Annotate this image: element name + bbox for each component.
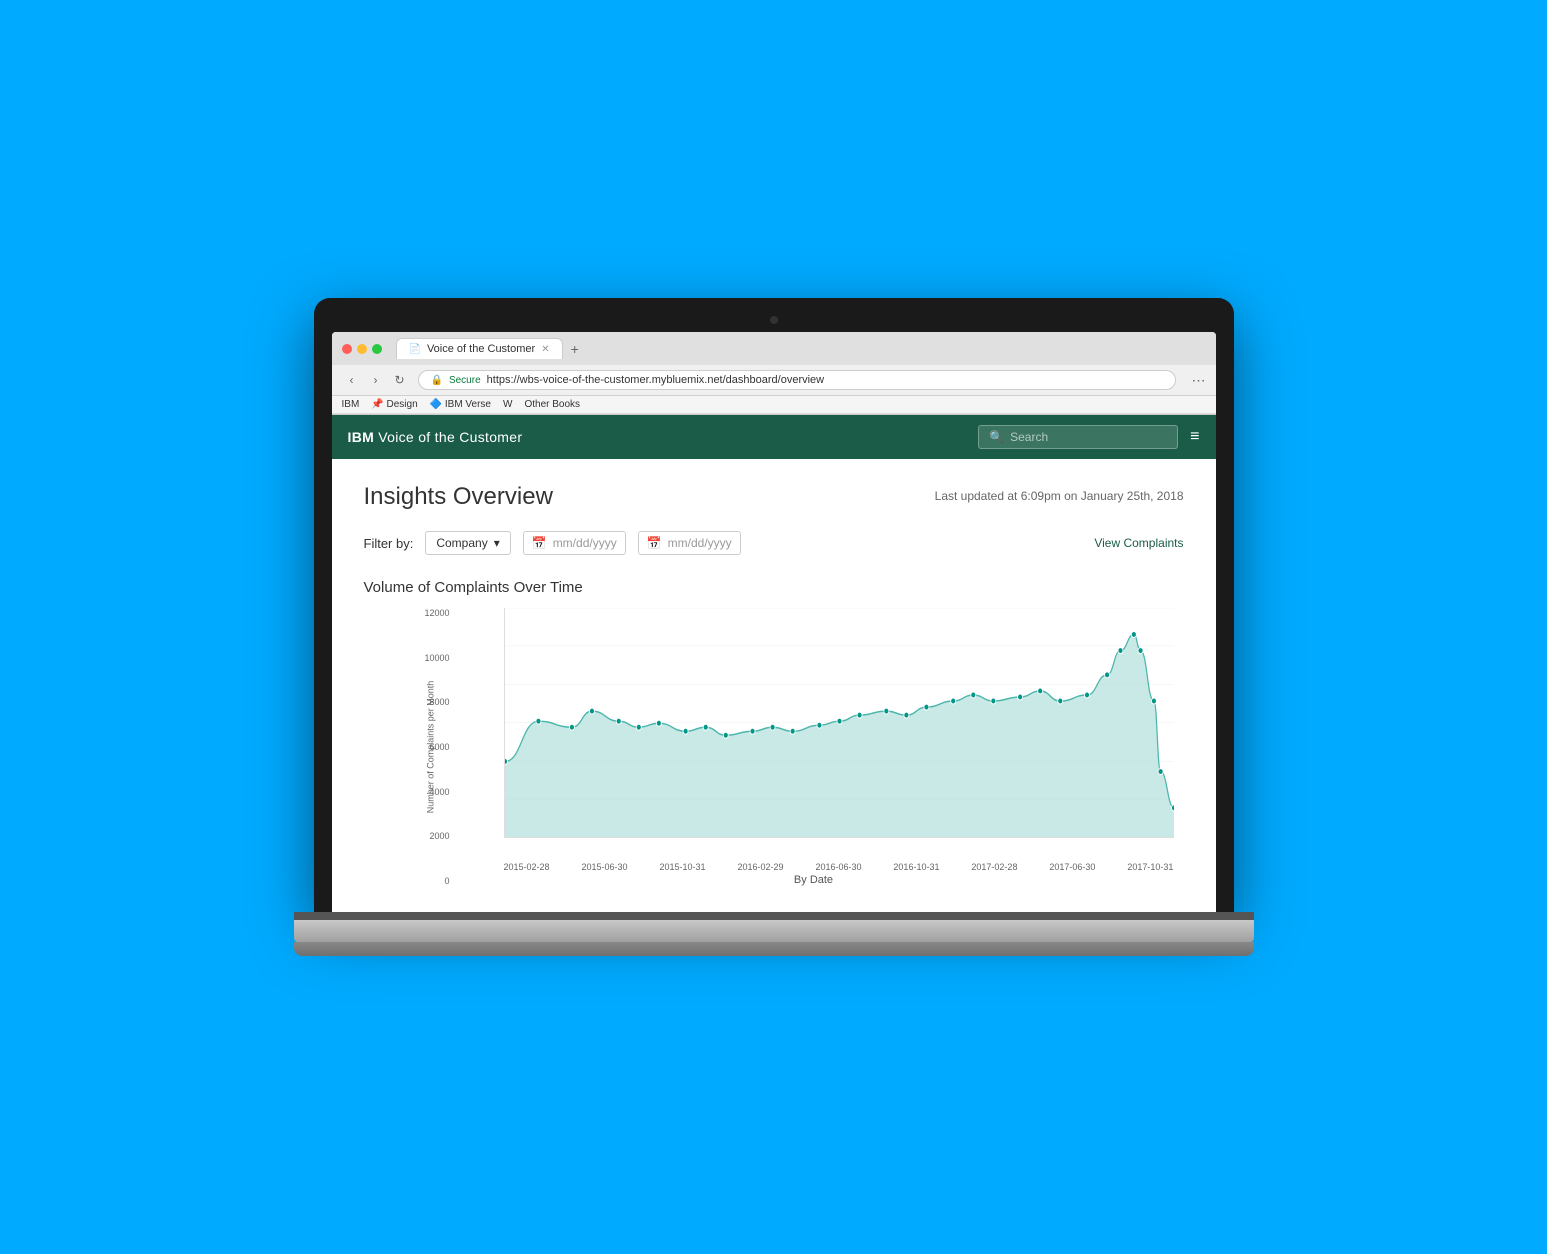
- search-input[interactable]: [1010, 430, 1167, 444]
- laptop-base: [294, 920, 1254, 942]
- bookmarks-bar: IBM 📌 Design 🔷 IBM Verse W Other Books: [332, 396, 1216, 414]
- x-label-8: 2017-06-30: [1049, 862, 1095, 872]
- company-filter-value: Company: [436, 536, 487, 550]
- traffic-lights: [342, 344, 382, 354]
- y-label-2000: 2000: [402, 831, 450, 841]
- close-traffic-light[interactable]: [342, 344, 352, 354]
- chart-svg: [505, 608, 1174, 837]
- address-bar[interactable]: 🔒 Secure https://wbs-voice-of-the-custom…: [418, 370, 1176, 390]
- y-label-4000: 4000: [402, 787, 450, 797]
- bookmark-ibmverse[interactable]: 🔷 IBM Verse: [430, 399, 491, 410]
- y-label-8000: 8000: [402, 697, 450, 707]
- x-label-9: 2017-10-31: [1127, 862, 1173, 872]
- laptop-hinge: [294, 912, 1254, 920]
- bookmark-ibm[interactable]: IBM: [342, 399, 360, 410]
- app-logo: IBM Voice of the Customer: [348, 429, 523, 445]
- search-box[interactable]: 🔍: [978, 425, 1178, 449]
- secure-icon: 🔒: [431, 375, 443, 386]
- tab-bar: 📄 Voice of the Customer ✕ +: [396, 338, 583, 359]
- y-label-12000: 12000: [402, 608, 450, 618]
- address-url: https://wbs-voice-of-the-customer.myblue…: [487, 374, 824, 386]
- date-to-placeholder: mm/dd/yyyy: [668, 536, 732, 550]
- forward-button[interactable]: ›: [366, 370, 386, 390]
- y-axis-labels: 12000 10000 8000 6000 4000 2000 0: [402, 608, 450, 886]
- laptop-camera: [770, 316, 778, 324]
- x-axis-title: By Date: [454, 874, 1174, 886]
- browser-tab[interactable]: 📄 Voice of the Customer ✕: [396, 338, 563, 359]
- y-label-6000: 6000: [402, 742, 450, 752]
- x-label-6: 2016-10-31: [893, 862, 939, 872]
- chart-title: Volume of Complaints Over Time: [364, 579, 1184, 596]
- laptop-shell: 📄 Voice of the Customer ✕ + ‹ › ↻ 🔒: [294, 298, 1254, 956]
- x-axis-labels: 2015-02-28 2015-06-30 2015-10-31 2016-02…: [504, 858, 1174, 872]
- laptop-screen: 📄 Voice of the Customer ✕ + ‹ › ↻ 🔒: [332, 332, 1216, 912]
- calendar-icon-from: 📅: [532, 536, 547, 550]
- calendar-icon-to: 📅: [647, 536, 662, 550]
- x-label-5: 2016-06-30: [815, 862, 861, 872]
- filter-bar: Filter by: Company ▾ 📅 mm/dd/yyyy 📅 mm/d…: [364, 531, 1184, 555]
- refresh-button[interactable]: ↻: [390, 370, 410, 390]
- laptop-foot: [294, 942, 1254, 956]
- new-tab-button[interactable]: +: [567, 341, 583, 357]
- nav-buttons: ‹ › ↻: [342, 370, 410, 390]
- date-to-input[interactable]: 📅 mm/dd/yyyy: [638, 531, 741, 555]
- browser-titlebar: 📄 Voice of the Customer ✕ +: [332, 332, 1216, 365]
- filter-label: Filter by:: [364, 536, 414, 551]
- y-label-0: 0: [402, 876, 450, 886]
- bookmark-design[interactable]: 📌 Design: [371, 399, 417, 410]
- chart-area: [504, 608, 1174, 838]
- x-label-2: 2015-06-30: [581, 862, 627, 872]
- bookmark-w[interactable]: W: [503, 399, 512, 410]
- page-header: Insights Overview Last updated at 6:09pm…: [364, 483, 1184, 511]
- bookmark-other[interactable]: Other Books: [524, 399, 580, 410]
- app-name: Voice of the Customer: [378, 429, 522, 445]
- date-from-placeholder: mm/dd/yyyy: [553, 536, 617, 550]
- last-updated-text: Last updated at 6:09pm on January 25th, …: [935, 489, 1184, 503]
- company-filter-dropdown[interactable]: Company ▾: [425, 531, 510, 555]
- chart-section: Volume of Complaints Over Time Number of…: [364, 579, 1184, 886]
- date-from-input[interactable]: 📅 mm/dd/yyyy: [523, 531, 626, 555]
- main-content: Insights Overview Last updated at 6:09pm…: [332, 459, 1216, 912]
- x-label-1: 2015-02-28: [504, 862, 550, 872]
- view-complaints-link[interactable]: View Complaints: [1094, 536, 1183, 550]
- browser-chrome: 📄 Voice of the Customer ✕ + ‹ › ↻ 🔒: [332, 332, 1216, 415]
- minimize-traffic-light[interactable]: [357, 344, 367, 354]
- dropdown-chevron-icon: ▾: [494, 536, 500, 550]
- tab-page-icon: 📄: [409, 344, 421, 355]
- fullscreen-traffic-light[interactable]: [372, 344, 382, 354]
- page-title: Insights Overview: [364, 483, 553, 511]
- secure-label: Secure: [449, 375, 481, 386]
- browser-controls: ⋯: [1192, 372, 1206, 389]
- x-label-4: 2016-02-29: [737, 862, 783, 872]
- x-label-7: 2017-02-28: [971, 862, 1017, 872]
- laptop-screen-shell: 📄 Voice of the Customer ✕ + ‹ › ↻ 🔒: [314, 298, 1234, 912]
- browser-addressbar: ‹ › ↻ 🔒 Secure https://wbs-voice-of-the-…: [332, 365, 1216, 396]
- search-icon: 🔍: [989, 430, 1004, 444]
- tab-close-button[interactable]: ✕: [541, 344, 549, 355]
- back-button[interactable]: ‹: [342, 370, 362, 390]
- nav-menu-icon[interactable]: ≡: [1190, 428, 1199, 446]
- tab-title: Voice of the Customer: [427, 343, 535, 355]
- x-label-3: 2015-10-31: [659, 862, 705, 872]
- y-label-10000: 10000: [402, 653, 450, 663]
- app-nav: IBM Voice of the Customer 🔍 ≡: [332, 415, 1216, 459]
- brand-name: IBM: [348, 429, 375, 445]
